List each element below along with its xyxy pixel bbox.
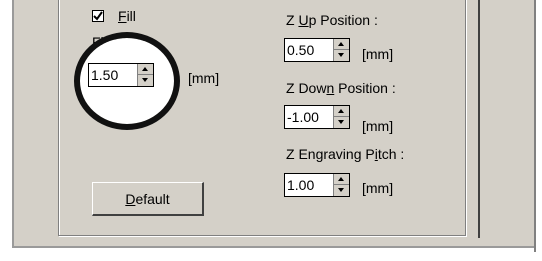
fill-pitch-input[interactable] <box>91 66 135 84</box>
z-down-down-button[interactable] <box>333 117 349 128</box>
z-down-position-label: Z Down Position : <box>286 80 396 96</box>
z-engraving-pitch-spinbox[interactable] <box>284 173 350 197</box>
z-engraving-pitch-down-button[interactable] <box>333 185 349 196</box>
fill-label: Fill <box>118 8 136 24</box>
z-down-unit: [mm] <box>362 118 394 134</box>
panel-shadow-edge <box>534 0 536 252</box>
z-engraving-pitch-unit: [mm] <box>362 180 394 196</box>
z-up-unit: [mm] <box>362 46 394 62</box>
z-engraving-pitch-up-button[interactable] <box>333 174 349 185</box>
fill-pitch-spinbox[interactable] <box>88 63 154 87</box>
z-up-up-button[interactable] <box>333 39 349 50</box>
fill-pitch-label: Fill Pitch <box>92 34 145 50</box>
z-up-down-button[interactable] <box>333 50 349 61</box>
z-down-position-spinbox[interactable] <box>284 105 350 129</box>
z-up-position-input[interactable] <box>287 41 331 59</box>
z-up-position-spinbox[interactable] <box>284 38 350 62</box>
fill-checkbox[interactable] <box>92 10 104 22</box>
panel-inner-edge <box>478 0 480 238</box>
fill-pitch-up-button[interactable] <box>137 64 153 75</box>
fill-pitch-down-button[interactable] <box>137 75 153 86</box>
z-engraving-pitch-input[interactable] <box>287 176 331 194</box>
z-down-up-button[interactable] <box>333 106 349 117</box>
z-up-position-label: Z Up Position : <box>286 12 378 28</box>
fill-pitch-unit: [mm] <box>188 70 220 86</box>
checkmark-icon <box>93 11 103 21</box>
z-down-position-input[interactable] <box>287 108 331 126</box>
z-engraving-pitch-label: Z Engraving Pitch : <box>286 146 405 162</box>
default-button[interactable]: Default <box>92 182 204 216</box>
